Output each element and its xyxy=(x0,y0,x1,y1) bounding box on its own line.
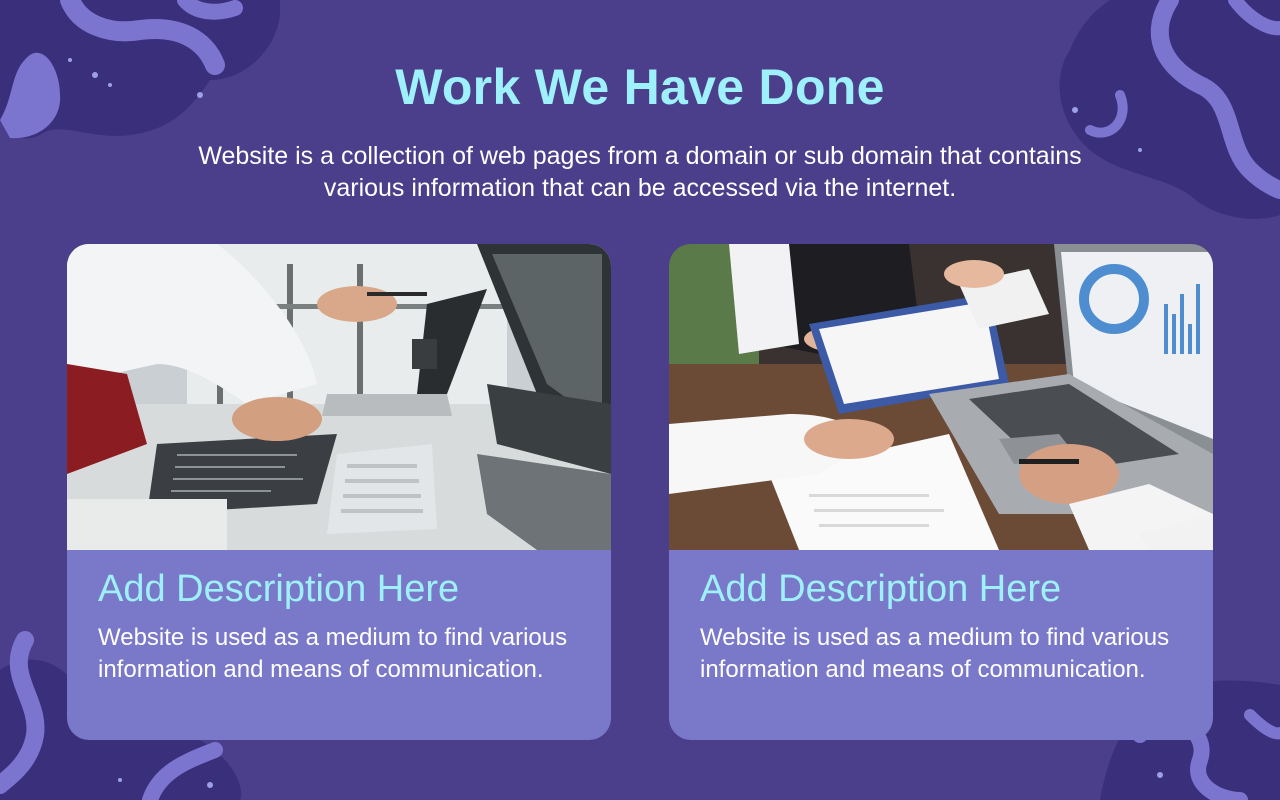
card-description: Website is used as a medium to find vari… xyxy=(700,624,1170,683)
card-title: Add Description Here xyxy=(98,568,460,610)
page-title: Work We Have Done xyxy=(395,59,885,115)
business-analytics-laptop-photo xyxy=(669,244,1213,550)
project-card: Add Description Here Website is used as … xyxy=(669,244,1213,740)
project-card: Add Description Here Website is used as … xyxy=(67,244,611,740)
page-subtitle: Website is a collection of web pages fro… xyxy=(198,142,1082,202)
card-title: Add Description Here xyxy=(700,568,1062,610)
card-description: Website is used as a medium to find vari… xyxy=(98,624,568,683)
slide: Work We Have Done Website is a collectio… xyxy=(0,0,1280,800)
office-meeting-laptops-photo xyxy=(67,244,611,550)
